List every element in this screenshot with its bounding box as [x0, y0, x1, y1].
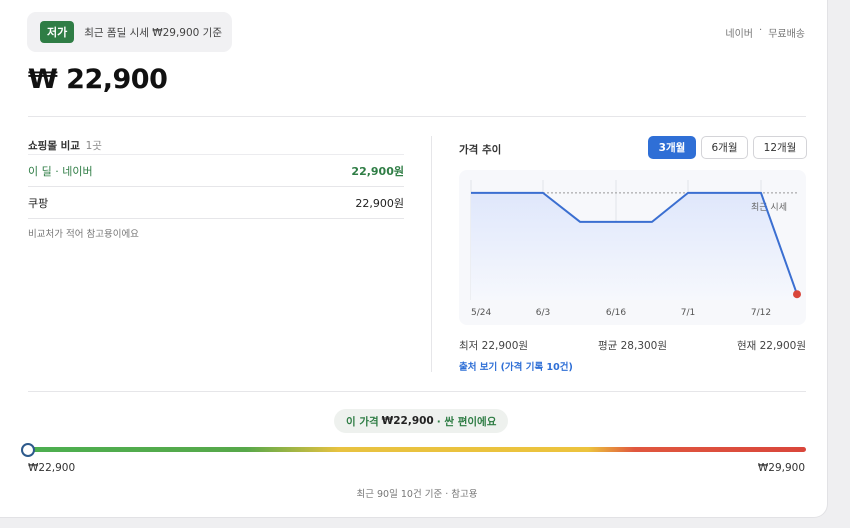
price-card: 저가 최근 폼딜 시세 ₩29,900 기준 네이버 · 무료배송 ₩ 22,9… [0, 0, 828, 518]
x-tick-label: 7/12 [751, 308, 771, 318]
tab-12-months[interactable]: 12개월 [753, 136, 807, 159]
compare-row-name: 이 딜 · 네이버 [28, 165, 93, 178]
price-range-bar [28, 447, 806, 452]
compare-title-text: 쇼핑몰 비교 [28, 140, 80, 152]
shipping-info: 무료배송 [768, 29, 805, 40]
view-source-link[interactable]: 출처 보기 (가격 기록 10건) [459, 359, 573, 373]
price-position-marker [21, 443, 35, 457]
compare-row-price: 22,900원 [355, 197, 404, 210]
compare-note: 비교처가 적어 참고용이에요 [28, 229, 139, 240]
x-tick-label: 5/24 [471, 308, 491, 318]
verdict-price: ₩22,900 [381, 415, 434, 427]
range-max-label: ₩29,900 [757, 462, 805, 474]
reference-price-text: 최근 폼딜 시세 ₩29,900 기준 [84, 26, 223, 39]
range-note: 최근 90일 10건 기준 · 참고용 [356, 489, 478, 500]
price-reference-pill: 저가 최근 폼딜 시세 ₩29,900 기준 [27, 12, 232, 52]
compare-row-name: 쿠팡 [28, 197, 49, 210]
source-info: 네이버 · 무료배송 [725, 25, 805, 40]
compare-row-coupang[interactable]: 쿠팡 22,900원 [28, 187, 404, 219]
stat-avg: 평균 28,300원 [597, 340, 668, 352]
last-price-point [793, 290, 801, 299]
reference-line-label: 최근 시세 [751, 202, 787, 213]
stat-current: 현재 22,900원 [736, 340, 806, 352]
low-price-badge: 저가 [40, 21, 75, 43]
period-tabs: 3개월 6개월 12개월 [648, 136, 807, 159]
compare-row-this-deal[interactable]: 이 딜 · 네이버 22,900원 [28, 155, 404, 187]
compare-row-price: 22,900원 [351, 165, 404, 178]
x-tick-label: 7/1 [681, 308, 695, 318]
divider-top [28, 116, 806, 117]
divider-bottom [28, 391, 806, 392]
x-tick-label: 6/3 [536, 308, 550, 318]
trend-stats: 최저 22,900원 평균 28,300원 현재 22,900원 [459, 338, 806, 353]
source-separator: · [759, 25, 763, 36]
tab-3-months[interactable]: 3개월 [648, 136, 696, 159]
current-price: ₩ 22,900 [28, 64, 168, 95]
verdict-prefix: 이 가격 [346, 415, 379, 428]
price-trend-chart: 최근 시세 5/24 6/3 6/16 7/1 7/12 [459, 170, 806, 325]
x-tick-label: 6/16 [606, 308, 626, 318]
price-verdict-badge: 이 가격 ₩22,900 · 싼 편이에요 [334, 409, 509, 433]
compare-divider-2 [28, 218, 404, 219]
trend-title: 가격 추이 [459, 144, 502, 156]
range-min-label: ₩22,900 [28, 462, 76, 474]
verdict-suffix: · 싼 편이에요 [436, 415, 497, 428]
compare-count: 1곳 [85, 140, 102, 152]
compare-title: 쇼핑몰 비교 1곳 [28, 138, 102, 153]
source-store[interactable]: 네이버 [725, 25, 753, 40]
tab-6-months[interactable]: 6개월 [701, 136, 748, 159]
stat-min: 최저 22,900원 [459, 340, 529, 352]
vertical-divider [431, 136, 432, 372]
